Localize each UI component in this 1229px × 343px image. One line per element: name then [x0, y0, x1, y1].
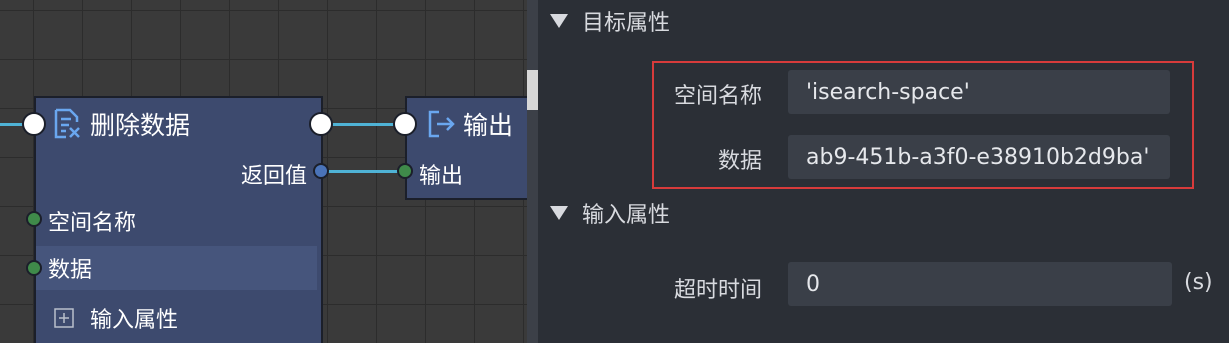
timeout-unit: (s)	[1184, 270, 1213, 295]
timeout-field-label: 超时时间	[673, 278, 762, 303]
return-value-label: 返回值	[240, 164, 307, 189]
output-node[interactable]: 输出 输出	[405, 96, 527, 200]
wire-return-link	[328, 170, 400, 173]
graph-canvas[interactable]: 删除数据 返回值 空间名称 数据 输入属性 输出 输出	[0, 0, 527, 343]
highlight-box	[652, 61, 1194, 189]
delete-data-node-title: 删除数据	[90, 111, 191, 140]
space-name-row: 空间名称	[36, 199, 321, 243]
output-input-pin[interactable]	[397, 163, 413, 179]
return-value-row: 返回值	[36, 152, 321, 196]
canvas-scrollbar-thumb[interactable]	[527, 70, 538, 110]
delete-node-exec-out-pin[interactable]	[309, 112, 333, 136]
delete-data-node-header[interactable]: 删除数据	[36, 98, 321, 150]
collapse-triangle-icon[interactable]	[550, 14, 568, 28]
target-props-title: 目标属性	[582, 11, 671, 36]
delete-data-node[interactable]: 删除数据 返回值 空间名称 数据 输入属性	[34, 96, 323, 343]
input-props-row[interactable]: 输入属性	[36, 296, 321, 340]
data-label: 数据	[48, 258, 93, 283]
expand-plus-icon[interactable]	[54, 308, 74, 328]
target-props-section-header[interactable]: 目标属性	[538, 1, 1229, 41]
wire-incoming	[0, 123, 24, 126]
output-node-exec-in-pin[interactable]	[393, 112, 417, 136]
data-row: 数据	[36, 246, 317, 290]
output-input-row: 输出	[407, 152, 527, 196]
output-input-label: 输出	[419, 164, 464, 189]
delete-data-icon	[54, 108, 80, 139]
delete-node-exec-in-pin[interactable]	[22, 112, 46, 136]
space-name-label: 空间名称	[48, 211, 137, 236]
data-pin[interactable]	[26, 260, 42, 276]
collapse-triangle-icon[interactable]	[550, 206, 568, 220]
timeout-value: 0	[806, 271, 820, 297]
input-props-label: 输入属性	[90, 308, 179, 333]
return-value-pin[interactable]	[313, 163, 329, 179]
wire-exec-link	[332, 123, 398, 126]
exit-icon	[428, 110, 455, 138]
input-props-section-header[interactable]: 输入属性	[538, 193, 1229, 233]
output-node-header[interactable]: 输出	[407, 98, 527, 150]
input-props-title: 输入属性	[582, 203, 671, 228]
space-name-pin[interactable]	[26, 211, 42, 227]
timeout-field[interactable]: 0	[788, 262, 1172, 306]
panel-divider[interactable]	[527, 0, 538, 343]
output-node-title: 输出	[463, 111, 514, 140]
